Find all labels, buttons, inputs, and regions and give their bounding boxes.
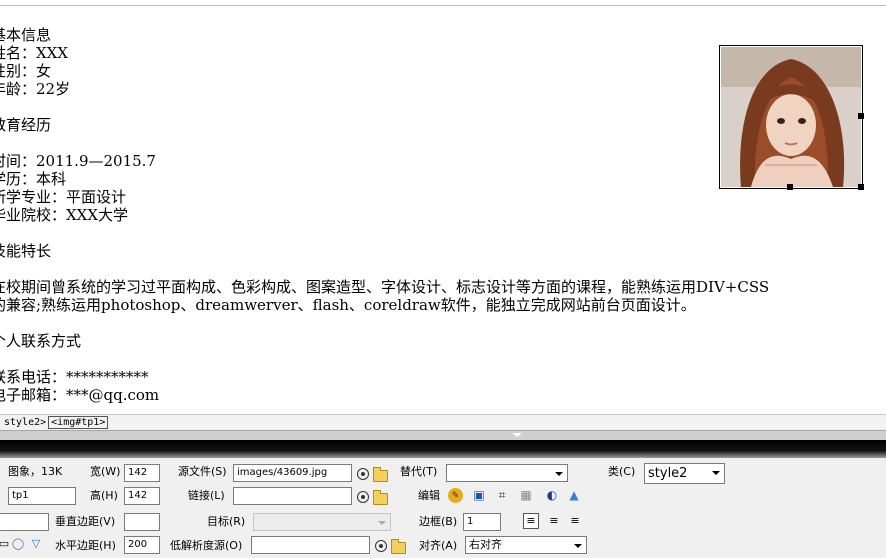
vspace-label: 垂直边距(V) [55, 515, 116, 528]
document-line: 年龄：22岁 [0, 80, 71, 98]
link-point-to-file-icon[interactable] [357, 491, 369, 503]
target-dropdown[interactable] [253, 513, 391, 531]
sharpen-icon[interactable]: ▲ [566, 487, 582, 503]
hspace-label: 水平边距(H) [55, 539, 116, 552]
lowsrc-label: 低解析度源(O) [170, 539, 243, 552]
point-to-file-icon[interactable] [357, 468, 369, 480]
resize-handle-right[interactable] [858, 113, 864, 119]
class-dropdown[interactable]: style2 [644, 463, 725, 484]
brightness-contrast-icon[interactable]: ◐ [544, 487, 560, 503]
map-name-field[interactable] [0, 513, 49, 531]
panel-header-bar [0, 440, 886, 458]
document-line: 电子邮箱：***@qq.com [0, 386, 160, 404]
image-id-field[interactable]: tp1 [8, 487, 76, 505]
design-view[interactable]: 基本信息姓名：XXX性别：女年龄：22岁教育经历时间：2011.9—2015.7… [0, 6, 886, 414]
circle-hotspot-icon[interactable]: ◯ [10, 536, 26, 552]
class-label: 类(C) [608, 465, 636, 478]
align-right-icon[interactable]: ≡ [567, 513, 583, 529]
browse-folder-icon[interactable] [373, 467, 388, 482]
link-field[interactable] [233, 487, 352, 505]
link-browse-folder-icon[interactable] [373, 490, 388, 505]
width-label: 宽(W) [90, 465, 121, 478]
document-line: 基本信息 [0, 26, 52, 44]
tag-selector: style2> <img#tp1> [0, 414, 886, 431]
lowsrc-field[interactable] [251, 536, 370, 554]
document-line: 学历：本科 [0, 170, 67, 188]
document-line: 个人联系方式 [0, 332, 82, 350]
document-line: 的兼容;熟练运用photoshop、dreamwerver、flash、core… [0, 296, 696, 314]
lowsrc-point-to-file-icon[interactable] [375, 540, 387, 552]
align-label: 对齐(A) [419, 539, 458, 552]
alt-label: 替代(T) [400, 465, 438, 478]
alt-dropdown[interactable] [446, 464, 568, 482]
tag-img-tp1[interactable]: <img#tp1> [48, 416, 109, 429]
polygon-hotspot-icon[interactable]: ▽ [28, 536, 44, 552]
target-label: 目标(R) [207, 515, 246, 528]
panel-splitter[interactable] [0, 430, 886, 440]
resize-handle-bottom[interactable] [787, 184, 793, 190]
document-line: 联系电话：*********** [0, 368, 149, 386]
edit-settings-icon[interactable]: ▣ [471, 487, 487, 503]
document-line: 在校期间曾系统的学习过平面构成、色彩构成、图案造型、字体设计、标志设计等方面的课… [0, 278, 770, 296]
crop-icon[interactable]: ⌗ [494, 487, 510, 503]
document-content[interactable]: 基本信息姓名：XXX性别：女年龄：22岁教育经历时间：2011.9—2015.7… [0, 26, 769, 404]
edit-label: 编辑 [418, 489, 440, 502]
src-field[interactable]: images/43609.jpg [233, 464, 352, 482]
document-line: 技能特长 [0, 242, 52, 260]
tag-style2[interactable]: style2> [0, 415, 46, 430]
property-inspector: 图象，13K 宽(W) 142 源文件(S) images/43609.jpg … [0, 458, 886, 558]
collapse-arrow-icon[interactable] [512, 433, 522, 437]
align-left-icon[interactable]: ≡ [523, 513, 539, 529]
selected-image-tp1[interactable] [719, 45, 864, 190]
resize-handle-corner[interactable] [858, 184, 864, 190]
document-line: 教育经历 [0, 116, 52, 134]
document-line: 姓名：XXX [0, 44, 69, 62]
width-field[interactable]: 142 [124, 464, 160, 482]
height-field[interactable]: 142 [124, 487, 160, 505]
border-label: 边框(B) [419, 515, 458, 528]
src-label: 源文件(S) [178, 465, 227, 478]
lowsrc-browse-folder-icon[interactable] [391, 539, 406, 554]
vspace-field[interactable] [124, 513, 160, 531]
height-label: 高(H) [90, 489, 118, 502]
hspace-field[interactable]: 200 [124, 536, 160, 554]
link-label: 链接(L) [188, 489, 225, 502]
border-field[interactable]: 1 [463, 513, 501, 531]
document-line: 时间：2011.9—2015.7 [0, 152, 156, 170]
image-type-label: 图象，13K [8, 465, 63, 478]
document-line: 毕业院校：XXX大学 [0, 206, 129, 224]
portrait-photo [721, 47, 861, 187]
edit-image-icon[interactable]: ✎ [448, 488, 463, 503]
document-line: 所学专业：平面设计 [0, 188, 127, 206]
align-center-icon[interactable]: ≡ [546, 513, 562, 529]
document-line: 性别：女 [0, 62, 52, 80]
resample-icon[interactable]: ▦ [518, 487, 534, 503]
align-dropdown[interactable]: 右对齐 [465, 536, 587, 554]
